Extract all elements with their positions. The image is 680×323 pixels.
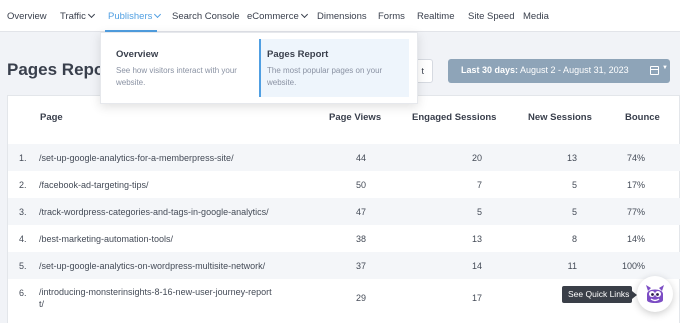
dropdown-item-title: Pages Report bbox=[267, 49, 329, 60]
dropdown-item-pages-report[interactable]: Pages Report The most popular pages on y… bbox=[259, 39, 409, 97]
chevron-down-icon bbox=[154, 10, 162, 19]
table-row: 5. /set-up-google-analytics-on-wordpress… bbox=[8, 252, 680, 279]
nav-forms[interactable]: Forms bbox=[378, 11, 405, 22]
table-row: 2. /facebook-ad-targeting-tips/ 50 7 5 1… bbox=[8, 171, 680, 198]
calendar-icon bbox=[650, 66, 659, 75]
row-page-link[interactable]: /introducing-monsterinsights-8-16-new-us… bbox=[39, 287, 272, 297]
dropdown-item-description: See how visitors interact with your webs… bbox=[116, 66, 237, 87]
header-bounce[interactable]: Bounce bbox=[625, 112, 660, 123]
nav-realtime[interactable]: Realtime bbox=[417, 11, 455, 22]
row-page-views: 29 bbox=[355, 293, 366, 303]
nav-publishers[interactable]: Publishers bbox=[108, 10, 162, 22]
date-range-button[interactable]: Last 30 days: August 2 - August 31, 2023… bbox=[448, 59, 670, 83]
row-page-link-wrap[interactable]: t/ bbox=[39, 299, 44, 309]
row-page-link[interactable]: /set-up-google-analytics-for-a-memberpre… bbox=[39, 153, 234, 163]
nav-ecommerce[interactable]: eCommerce bbox=[247, 10, 308, 22]
top-nav: Overview Traffic Publishers Search Conso… bbox=[0, 0, 680, 32]
nav-site-speed[interactable]: Site Speed bbox=[468, 11, 514, 22]
nav-publishers-label: Publishers bbox=[108, 11, 153, 22]
nav-overview[interactable]: Overview bbox=[7, 11, 47, 22]
row-page-link[interactable]: /track-wordpress-categories-and-tags-in-… bbox=[39, 207, 269, 217]
row-bounce: 17% bbox=[626, 180, 645, 190]
row-number: 1. bbox=[19, 153, 27, 163]
row-bounce: 74% bbox=[626, 153, 645, 163]
row-page-views: 38 bbox=[355, 234, 366, 244]
header-page-views[interactable]: Page Views bbox=[329, 112, 381, 123]
chevron-down-icon bbox=[87, 10, 95, 19]
dropdown-item-overview[interactable]: Overview See how visitors interact with … bbox=[107, 39, 257, 97]
row-new-sessions: 5 bbox=[571, 207, 577, 217]
row-number: 5. bbox=[19, 261, 27, 271]
row-number: 3. bbox=[19, 207, 27, 217]
header-new-sessions[interactable]: New Sessions bbox=[528, 112, 592, 123]
row-engaged-sessions: 17 bbox=[471, 293, 482, 303]
table-row: 3. /track-wordpress-categories-and-tags-… bbox=[8, 198, 680, 225]
row-page-link[interactable]: /best-marketing-automation-tools/ bbox=[39, 234, 173, 244]
dropdown-item-title: Overview bbox=[116, 49, 159, 60]
row-page-link[interactable]: /facebook-ad-targeting-tips/ bbox=[39, 180, 149, 190]
nav-media[interactable]: Media bbox=[523, 11, 549, 22]
date-range-prefix: Last 30 days: bbox=[461, 65, 519, 75]
row-number: 6. bbox=[19, 288, 27, 298]
publishers-dropdown-menu: Overview See how visitors interact with … bbox=[100, 32, 418, 104]
caret-down-icon: ▼ bbox=[662, 65, 668, 71]
row-engaged-sessions: 20 bbox=[471, 153, 482, 163]
row-engaged-sessions: 5 bbox=[476, 207, 482, 217]
row-bounce: 77% bbox=[626, 207, 645, 217]
table-row: 1. /set-up-google-analytics-for-a-member… bbox=[8, 144, 680, 171]
row-page-views: 50 bbox=[355, 180, 366, 190]
row-engaged-sessions: 13 bbox=[471, 234, 482, 244]
quick-links-tooltip: See Quick Links bbox=[562, 286, 637, 303]
monster-mascot-icon bbox=[646, 285, 664, 303]
dropdown-item-description: The most popular pages on your website. bbox=[267, 66, 383, 87]
table-row: 4. /best-marketing-automation-tools/ 38 … bbox=[8, 225, 680, 252]
date-range-value: August 2 - August 31, 2023 bbox=[518, 65, 629, 75]
nav-traffic-label: Traffic bbox=[60, 11, 86, 22]
header-engaged-sessions[interactable]: Engaged Sessions bbox=[412, 112, 496, 123]
row-number: 4. bbox=[19, 234, 27, 244]
row-number: 2. bbox=[19, 180, 27, 190]
header-page[interactable]: Page bbox=[40, 112, 63, 123]
row-page-views: 47 bbox=[355, 207, 366, 217]
nav-traffic[interactable]: Traffic bbox=[60, 10, 95, 22]
row-new-sessions: 13 bbox=[566, 153, 577, 163]
row-page-views: 44 bbox=[355, 153, 366, 163]
row-page-link[interactable]: /set-up-google-analytics-on-wordpress-mu… bbox=[39, 261, 265, 271]
row-new-sessions: 11 bbox=[567, 261, 577, 271]
row-engaged-sessions: 14 bbox=[471, 261, 482, 271]
row-page-views: 37 bbox=[355, 261, 366, 271]
chevron-down-icon bbox=[300, 10, 308, 19]
row-new-sessions: 8 bbox=[571, 234, 577, 244]
row-bounce: 100% bbox=[621, 261, 645, 271]
row-engaged-sessions: 7 bbox=[476, 180, 482, 190]
quick-links-button[interactable] bbox=[637, 276, 673, 312]
row-bounce: 14% bbox=[626, 234, 645, 244]
nav-search-console[interactable]: Search Console bbox=[172, 11, 240, 22]
nav-dimensions[interactable]: Dimensions bbox=[317, 11, 367, 22]
row-new-sessions: 5 bbox=[571, 180, 577, 190]
nav-ecommerce-label: eCommerce bbox=[247, 11, 299, 22]
